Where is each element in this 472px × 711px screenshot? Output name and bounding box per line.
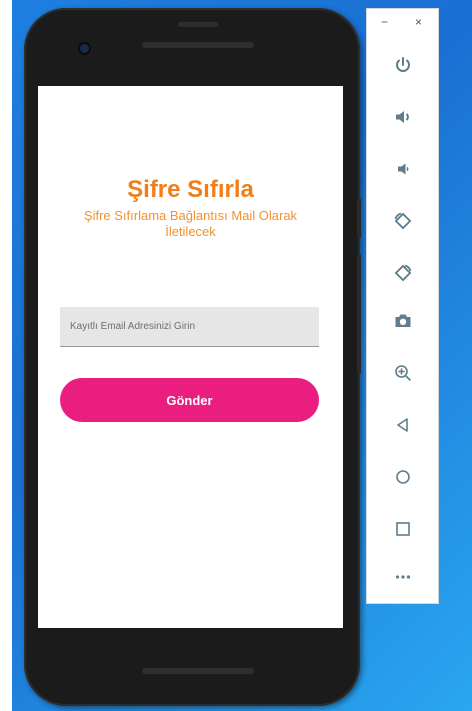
rotate-right-icon [394, 264, 412, 282]
top-speaker [142, 42, 254, 48]
volume-side-button[interactable] [357, 254, 361, 374]
more-button[interactable] [387, 563, 419, 591]
zoom-in-icon [395, 365, 411, 381]
back-button[interactable] [387, 411, 419, 439]
page-title: Şifre Sıfırla [127, 176, 254, 203]
power-icon [396, 57, 410, 72]
front-camera [80, 44, 89, 53]
overview-icon [396, 522, 410, 536]
rotate-right-button[interactable] [387, 259, 419, 287]
more-icon [395, 575, 411, 579]
sensor-slot [178, 22, 218, 27]
bottom-speaker [142, 668, 254, 674]
send-button[interactable]: Gönder [60, 378, 319, 422]
app-screen: Şifre Sıfırla Şifre Sıfırlama Bağlantısı… [38, 86, 343, 628]
minimize-button[interactable]: − [381, 15, 388, 29]
zoom-button[interactable] [387, 359, 419, 387]
emulator-toolbar: − × [366, 8, 439, 604]
volume-up-icon [396, 111, 409, 123]
volume-up-button[interactable] [387, 103, 419, 131]
close-button[interactable]: × [415, 15, 422, 29]
volume-down-icon [398, 163, 409, 175]
home-icon [396, 470, 410, 484]
email-input[interactable] [60, 307, 319, 347]
rotate-left-icon [394, 212, 412, 230]
page-subtitle: Şifre Sıfırlama Bağlantısı Mail Olarak İ… [83, 208, 298, 239]
power-button[interactable] [387, 51, 419, 79]
power-side-button[interactable] [357, 198, 361, 238]
home-button[interactable] [387, 463, 419, 491]
camera-icon [395, 314, 411, 327]
overview-button[interactable] [387, 515, 419, 543]
rotate-left-button[interactable] [387, 207, 419, 235]
back-icon [397, 418, 408, 432]
screenshot-button[interactable] [387, 307, 419, 335]
volume-down-button[interactable] [387, 155, 419, 183]
